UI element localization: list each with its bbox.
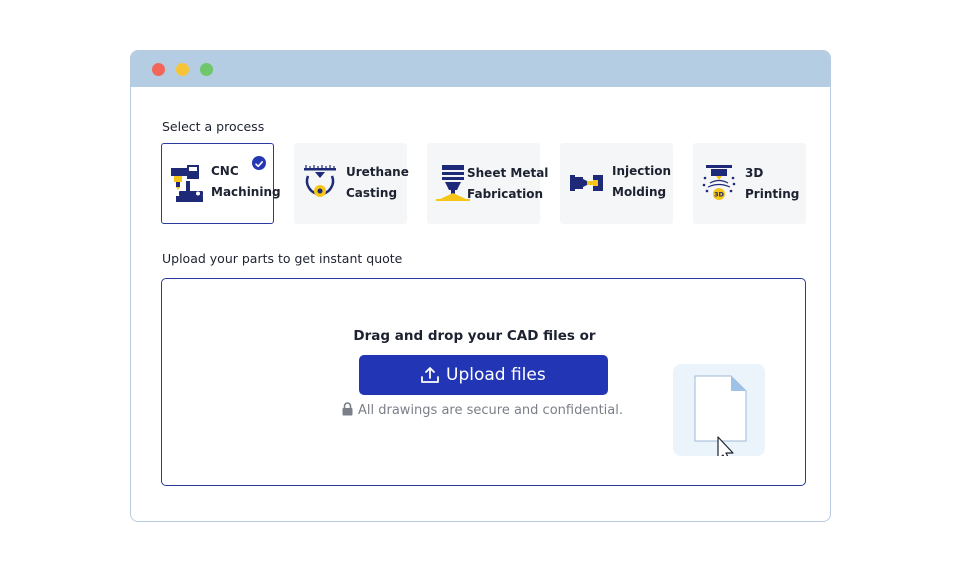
process-card-urethane[interactable]: Urethane Casting bbox=[294, 143, 409, 224]
file-drop-illustration bbox=[673, 364, 765, 464]
printer-badge-text: 3D bbox=[714, 191, 725, 199]
process-card-line1: Urethane bbox=[346, 165, 409, 179]
select-process-label: Select a process bbox=[162, 119, 265, 134]
selected-check-icon bbox=[252, 156, 266, 170]
process-card-3d-printing[interactable]: 3D 3D Printing bbox=[693, 143, 806, 224]
security-note: All drawings are secure and confidential… bbox=[342, 402, 623, 419]
upload-section-label: Upload your parts to get instant quote bbox=[162, 251, 403, 266]
injection-molding-icon bbox=[570, 175, 603, 191]
process-card-sheet-metal[interactable]: Sheet Metal Fabrication bbox=[427, 143, 548, 224]
sheet-metal-icon bbox=[436, 165, 470, 201]
urethane-casting-icon bbox=[304, 165, 336, 197]
upload-icon bbox=[421, 367, 439, 383]
process-card-line1: Sheet Metal bbox=[467, 166, 549, 180]
process-card-line1: Injection bbox=[612, 164, 672, 178]
app-window: Select a process CNC Machining Urethane … bbox=[130, 50, 831, 522]
close-window-button[interactable] bbox=[152, 63, 165, 76]
lock-icon bbox=[342, 402, 353, 416]
upload-files-label: Upload files bbox=[446, 365, 546, 385]
upload-files-button[interactable]: Upload files bbox=[359, 355, 608, 395]
maximize-window-button[interactable] bbox=[200, 63, 213, 76]
process-card-line2: Printing bbox=[745, 187, 800, 201]
file-dropzone[interactable]: Drag and drop your CAD files or Upload f… bbox=[161, 278, 806, 486]
process-card-injection-molding[interactable]: Injection Molding bbox=[560, 143, 673, 224]
process-card-cnc[interactable]: CNC Machining bbox=[161, 143, 281, 224]
minimize-window-button[interactable] bbox=[176, 63, 189, 76]
process-card-line2: Machining bbox=[211, 185, 281, 199]
3d-printer-icon: 3D bbox=[702, 165, 736, 200]
process-card-line1: 3D bbox=[745, 166, 764, 180]
process-card-line1: CNC bbox=[211, 164, 239, 178]
document-icon bbox=[694, 375, 747, 464]
title-bar bbox=[131, 51, 830, 87]
process-card-line2: Fabrication bbox=[467, 187, 544, 201]
process-card-line2: Molding bbox=[612, 185, 667, 199]
process-card-line2: Casting bbox=[346, 186, 398, 200]
drag-drop-text: Drag and drop your CAD files or bbox=[353, 328, 596, 344]
security-note-text: All drawings are secure and confidential… bbox=[358, 403, 623, 418]
cnc-machine-icon bbox=[171, 165, 203, 202]
